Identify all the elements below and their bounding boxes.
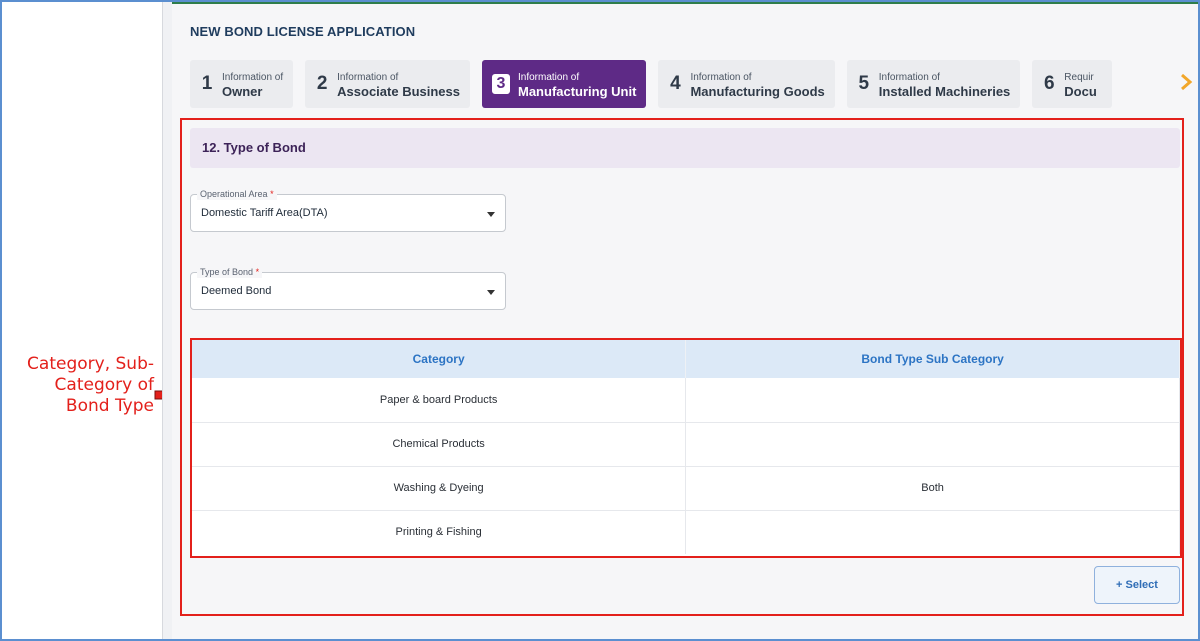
step-number: 5 [858,73,870,94]
step-label: Manufacturing Goods [690,84,825,99]
operational-area-value: Domestic Tariff Area(DTA) [201,207,328,219]
type-of-bond-label: Type of Bond [200,267,254,277]
caret-down-icon [487,290,495,295]
operational-area-label: Operational Area [200,189,268,199]
table-row[interactable]: Chemical Products [192,422,1180,467]
select-button[interactable]: + Select [1094,566,1180,604]
category-cell: Printing & Fishing [192,510,687,554]
step-number: 4 [670,73,681,94]
step-label: Docu [1064,84,1097,99]
step-required-documents[interactable]: 6 Requir Docu [1032,60,1113,108]
step-number: 6 [1043,73,1055,94]
required-marker: * [255,267,260,277]
sub-category-cell: Both [685,466,1180,511]
stepper: 1 Information of Owner 2 Information of As… [190,60,1190,110]
annotation-panel: Category, Sub-Category of Bond Type [2,2,178,639]
step-caption: Information of [337,72,399,83]
step-number: 2 [316,73,328,94]
category-cell: Paper & board Products [192,378,687,423]
sub-category-cell [685,510,1180,554]
column-header-category: Category [192,340,687,378]
step-caption: Information of [222,72,284,83]
caret-down-icon [487,212,495,217]
step-manufacturing-goods[interactable]: 4 Information of Manufacturing Goods [658,60,835,108]
table-row[interactable]: Printing & Fishing [192,510,1180,554]
step-label: Associate Business [337,84,460,99]
step-caption: Information of [518,72,580,83]
type-of-bond-select[interactable]: Type of Bond * Deemed Bond [190,266,506,310]
category-table: Category Bond Type Sub Category Paper & … [192,340,1180,554]
table-row[interactable]: Washing & Dyeing Both [192,466,1180,511]
step-owner[interactable]: 1 Information of Owner [190,60,294,108]
step-installed-machineries[interactable]: 5 Information of Installed Machineries [846,60,1021,108]
step-caption: Information of [878,72,940,83]
annotation-label: Category, Sub-Category of Bond Type [27,354,154,416]
step-number: 3 [492,74,510,94]
application-area: NEW BOND LICENSE APPLICATION 1 Informati… [172,2,1198,639]
table-header-row: Category Bond Type Sub Category [192,340,1180,378]
step-label: Owner [222,84,263,99]
step-associate-business[interactable]: 2 Information of Associate Business [305,60,470,108]
step-label: Manufacturing Unit [518,84,637,99]
step-caption: Information of [690,72,752,83]
type-of-bond-value: Deemed Bond [201,285,272,297]
field-label: Operational Area * [197,188,277,200]
chevron-right-icon[interactable] [1179,72,1193,92]
category-cell: Washing & Dyeing [192,466,687,511]
step-label: Installed Machineries [878,84,1011,99]
required-marker: * [270,189,274,199]
sub-category-cell [685,422,1180,467]
page-title: NEW BOND LICENSE APPLICATION [190,24,416,39]
category-table-box: Category Bond Type Sub Category Paper & … [190,338,1182,558]
table-row[interactable]: Paper & board Products [192,378,1180,423]
operational-area-select[interactable]: Operational Area * Domestic Tariff Area(… [190,188,506,232]
field-label: Type of Bond * [197,266,263,278]
step-caption: Requir [1064,72,1094,83]
sub-category-cell [685,378,1180,423]
column-header-sub-category: Bond Type Sub Category [685,340,1180,378]
section-title: 12. Type of Bond [190,128,1180,168]
step-manufacturing-unit[interactable]: 3 Information of Manufacturing Unit [482,60,647,108]
step-number: 1 [201,73,213,94]
page-gutter [162,2,172,639]
category-cell: Chemical Products [192,422,687,467]
